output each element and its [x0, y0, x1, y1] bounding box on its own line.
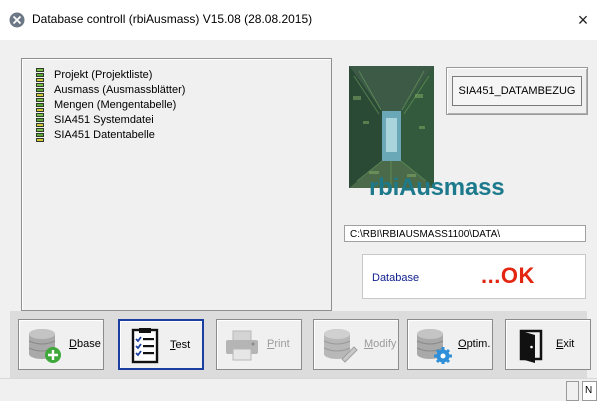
exit-button[interactable]: Exit — [505, 319, 591, 370]
database-settings-icon — [416, 329, 452, 364]
modify-button[interactable]: Modify — [313, 319, 399, 370]
bottom-toolbar: Dbase Test Print Modify Optim. Exit — [10, 311, 591, 378]
db-status-icon — [36, 128, 44, 142]
exit-door-icon — [519, 329, 543, 363]
checklist-icon — [131, 328, 159, 364]
status-bar: N — [0, 378, 597, 401]
app-icon — [9, 12, 25, 28]
test-button[interactable]: Test — [118, 319, 204, 370]
sia451-datambezug-label: SIA451_DATAMBEZUG — [452, 76, 582, 106]
data-path-field[interactable]: C:\RBI\RBIAUSMASS1100\DATA\ — [344, 225, 586, 242]
modify-button-label: Modify — [364, 338, 397, 350]
database-modify-icon — [323, 329, 358, 363]
list-item-label: SIA451 Datentabelle — [54, 129, 155, 141]
list-item[interactable]: SIA451 Datentabelle — [35, 128, 155, 142]
database-add-icon — [28, 329, 61, 363]
list-item-label: SIA451 Systemdatei — [54, 114, 154, 126]
print-button-label: Print — [267, 338, 290, 350]
close-button[interactable]: × — [569, 8, 597, 32]
table-list-panel: Projekt (Projektliste) Ausmass (Ausmassb… — [21, 58, 332, 311]
status-bar-cell — [566, 381, 579, 401]
db-status-icon — [36, 98, 44, 112]
db-status-icon — [36, 83, 44, 97]
list-item-label: Projekt (Projektliste) — [54, 69, 153, 81]
database-status-value: ...OK — [481, 263, 535, 288]
test-button-label: Test — [170, 339, 191, 351]
list-item-label: Mengen (Mengentabelle) — [54, 99, 177, 111]
list-item[interactable]: Mengen (Mengentabelle) — [35, 98, 176, 112]
status-bar-cell-text: N — [582, 381, 597, 401]
optim-button[interactable]: Optim. — [407, 319, 493, 370]
sia451-datambezug-button[interactable]: SIA451_DATAMBEZUG — [446, 67, 588, 115]
database-status-label: Database — [372, 272, 420, 284]
list-item[interactable]: Projekt (Projektliste) — [35, 68, 152, 82]
dbase-button[interactable]: Dbase — [18, 319, 104, 370]
title-bar: Database controll (rbiAusmass) V15.08 (2… — [0, 0, 597, 40]
db-status-icon — [36, 68, 44, 82]
printer-icon — [226, 330, 258, 361]
optim-button-label: Optim. — [458, 338, 491, 350]
print-button[interactable]: Print — [216, 319, 302, 370]
db-status-icon — [36, 113, 44, 127]
list-item-label: Ausmass (Ausmassblätter) — [54, 84, 186, 96]
dbase-button-label: Dbase — [69, 338, 101, 350]
database-status-box: Database ...OK — [362, 254, 586, 299]
brand-logo-text: rbiAusmass — [369, 174, 505, 201]
logo-picture — [349, 66, 434, 188]
close-icon: × — [577, 10, 589, 30]
list-item[interactable]: SIA451 Systemdatei — [35, 113, 154, 127]
exit-button-label: Exit — [556, 338, 575, 350]
list-item[interactable]: Ausmass (Ausmassblätter) — [35, 83, 185, 97]
window-title: Database controll (rbiAusmass) V15.08 (2… — [32, 12, 313, 26]
